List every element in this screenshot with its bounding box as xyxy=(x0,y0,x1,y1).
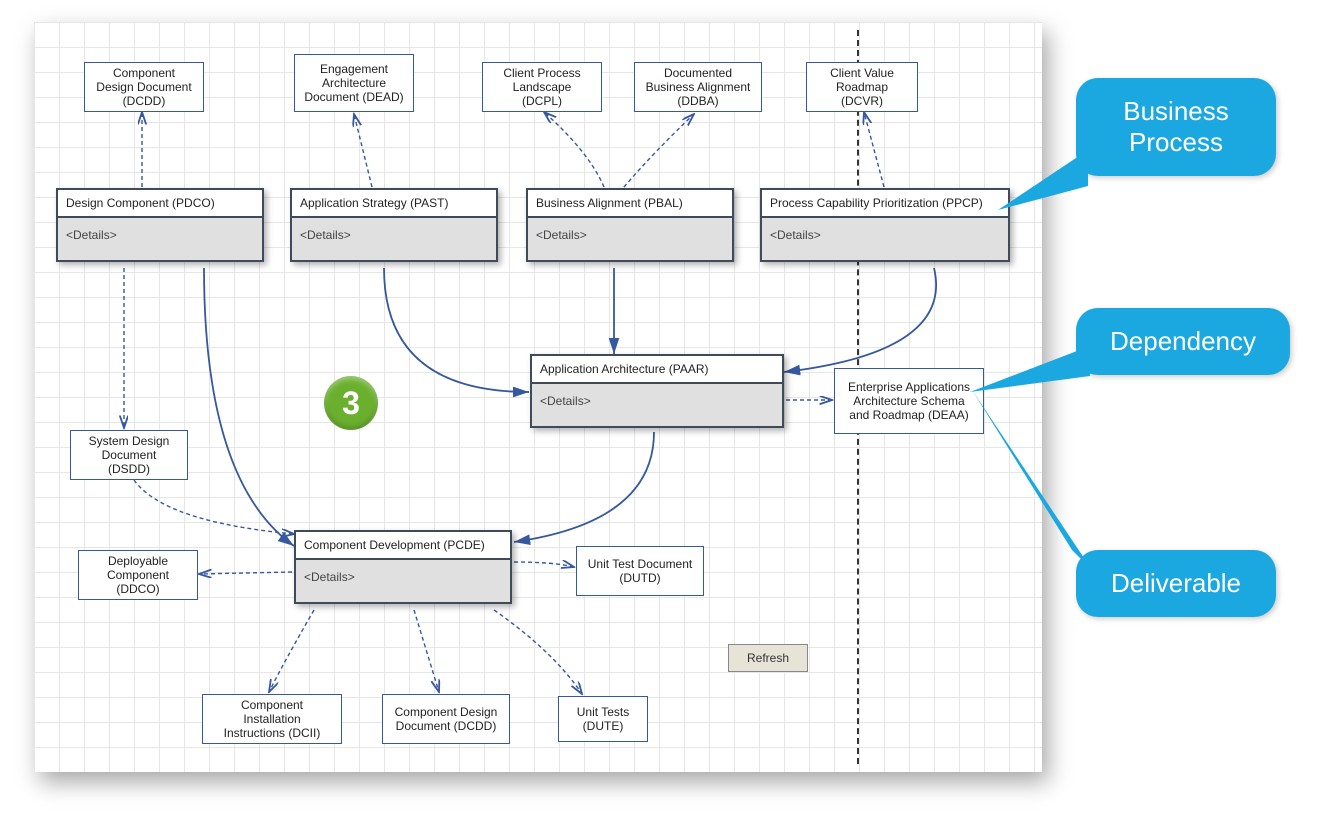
step-badge: 3 xyxy=(324,376,378,430)
callout-deliverable: Deliverable xyxy=(1076,550,1276,617)
process-past[interactable]: Application Strategy (PAST) <Details> xyxy=(290,188,498,262)
callout-business-process: BusinessProcess xyxy=(1076,78,1276,176)
process-title: Application Strategy (PAST) xyxy=(292,190,496,218)
deliverable-dcdd-bottom: Component Design Document (DCDD) xyxy=(382,694,510,744)
process-details[interactable]: <Details> xyxy=(528,218,732,260)
deliverable-ddco: Deployable Component (DDCO) xyxy=(78,550,198,600)
process-details[interactable]: <Details> xyxy=(762,218,1008,260)
deliverable-dcpl: Client Process Landscape (DCPL) xyxy=(482,62,602,112)
deliverable-dcvr: Client Value Roadmap (DCVR) xyxy=(806,62,918,112)
callout-tail-icon xyxy=(1012,440,1102,570)
callout-dependency: Dependency xyxy=(1076,308,1290,375)
callout-text: Deliverable xyxy=(1111,568,1241,598)
process-title: Component Development (PCDE) xyxy=(296,532,510,560)
deliverable-ddba: Documented Business Alignment (DDBA) xyxy=(634,62,762,112)
deliverable-dute: Unit Tests (DUTE) xyxy=(558,696,648,742)
process-title: Application Architecture (PAAR) xyxy=(532,356,782,384)
process-ppcp[interactable]: Process Capability Prioritization (PPCP)… xyxy=(760,188,1010,262)
callout-tail-icon xyxy=(1018,150,1088,240)
process-pbal[interactable]: Business Alignment (PBAL) <Details> xyxy=(526,188,734,262)
process-details[interactable]: <Details> xyxy=(58,218,262,260)
process-pdco[interactable]: Design Component (PDCO) <Details> xyxy=(56,188,264,262)
process-pcde[interactable]: Component Development (PCDE) <Details> xyxy=(294,530,512,604)
deliverable-dead: Engagement Architecture Document (DEAD) xyxy=(294,54,414,112)
process-details[interactable]: <Details> xyxy=(532,384,782,426)
deliverable-dcii: Component Installation Instructions (DCI… xyxy=(202,694,342,744)
deliverable-dsdd: System Design Document (DSDD) xyxy=(70,430,188,480)
process-details[interactable]: <Details> xyxy=(292,218,496,260)
deliverable-deaa: Enterprise Applications Architecture Sch… xyxy=(834,368,984,434)
refresh-button[interactable]: Refresh xyxy=(728,644,808,672)
process-title: Process Capability Prioritization (PPCP) xyxy=(762,190,1008,218)
deliverable-dcdd-top: Component Design Document (DCDD) xyxy=(84,62,204,112)
callout-text: Dependency xyxy=(1110,326,1256,356)
process-title: Design Component (PDCO) xyxy=(58,190,262,218)
process-details[interactable]: <Details> xyxy=(296,560,510,602)
callout-tail-icon xyxy=(1000,352,1090,412)
process-paar[interactable]: Application Architecture (PAAR) <Details… xyxy=(530,354,784,428)
callout-text: BusinessProcess xyxy=(1110,96,1242,158)
process-title: Business Alignment (PBAL) xyxy=(528,190,732,218)
diagram-canvas: Component Design Document (DCDD) Engagem… xyxy=(34,22,1042,772)
deliverable-dutd: Unit Test Document (DUTD) xyxy=(576,546,704,596)
